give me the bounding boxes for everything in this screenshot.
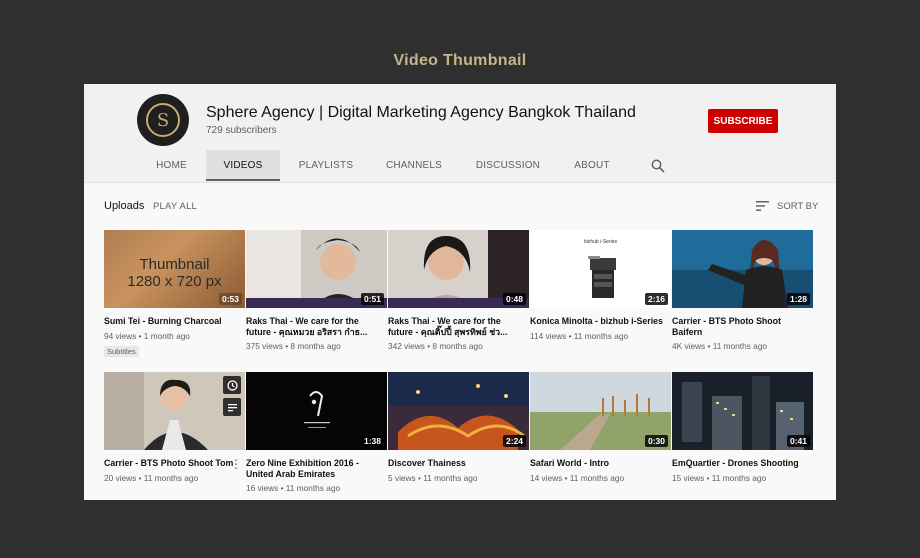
duration-badge: 0:51 [360, 293, 384, 305]
video-title[interactable]: Raks Thai - We care for the future - คุณ… [388, 316, 524, 337]
youtube-channel-frame: S Sphere Agency | Digital Marketing Agen… [84, 84, 836, 500]
more-options-icon[interactable]: ⋮ [230, 458, 242, 470]
view-count: 5 views [388, 472, 416, 483]
video-card[interactable]: Thumbnail 1280 x 720 px 0:53 Sumi Tei - … [104, 230, 245, 359]
video-thumbnail[interactable]: 2:24 [388, 372, 529, 450]
duration-badge: 0:48 [502, 293, 526, 305]
watch-later-icon[interactable] [223, 376, 241, 394]
video-thumbnail[interactable]: 1:38 [246, 372, 387, 450]
video-title[interactable]: Carrier - BTS Photo Shoot Tom [104, 458, 240, 469]
upload-age: 11 months ago [423, 472, 478, 483]
sort-icon[interactable] [756, 200, 770, 212]
tab-videos[interactable]: VIDEOS [206, 150, 280, 181]
upload-age: 8 months ago [432, 341, 483, 351]
uploads-bar: Uploads PLAY ALL SORT BY [84, 194, 836, 218]
subtitles-badge: Subtitles [104, 345, 139, 357]
video-meta: 16 views • 11 months ago [246, 483, 341, 493]
view-count: 375 views [246, 341, 283, 351]
channel-avatar[interactable]: S [137, 94, 189, 146]
video-meta: 5 views • 11 months ago [388, 472, 478, 483]
duration-badge: 0:30 [644, 435, 668, 447]
view-count: 4K views [672, 341, 706, 351]
add-to-queue-icon[interactable] [223, 398, 241, 416]
tab-home[interactable]: HOME [144, 150, 199, 181]
video-thumbnail[interactable]: bizhub i-Series 2:16 [530, 230, 671, 308]
duration-badge: 2:16 [644, 293, 668, 305]
placeholder-line-1: Thumbnail [139, 256, 210, 273]
video-card[interactable]: 0:48 Raks Thai - We care for the future … [388, 230, 529, 351]
video-title[interactable]: Discover Thainess [388, 458, 524, 469]
video-meta: 14 views • 11 months ago [530, 472, 625, 483]
upload-age: 11 months ago [712, 341, 767, 351]
duration-badge: 1:28 [786, 293, 810, 305]
view-count: 20 views [104, 472, 137, 483]
channel-header: S Sphere Agency | Digital Marketing Agen… [84, 84, 836, 183]
duration-badge: 2:24 [502, 435, 526, 447]
channel-name: Sphere Agency | Digital Marketing Agency… [206, 104, 636, 121]
upload-age: 11 months ago [285, 483, 341, 493]
video-thumbnail[interactable]: 0:30 [530, 372, 671, 450]
duration-badge: 0:53 [218, 293, 242, 305]
video-meta: 342 views • 8 months ago [388, 341, 483, 351]
video-thumbnail[interactable]: 0:48 [388, 230, 529, 308]
view-count: 15 views [672, 472, 705, 483]
search-icon[interactable] [651, 159, 665, 173]
upload-age: 11 months ago [143, 472, 199, 483]
video-title[interactable]: EmQuartier - Drones Shooting [672, 458, 808, 469]
page-heading: Video Thumbnail [393, 52, 527, 69]
duration-badge: 1:38 [360, 435, 384, 447]
view-count: 114 views [530, 330, 567, 341]
view-count: 14 views [530, 472, 563, 483]
video-thumbnail[interactable]: Thumbnail 1280 x 720 px 0:53 [104, 230, 245, 308]
view-count: 94 views [104, 330, 137, 341]
video-card[interactable]: bizhub i-Series 2:16 Konica Minolta - bi… [530, 230, 671, 341]
video-title[interactable]: Zero Nine Exhibition 2016 - United Arab … [246, 458, 382, 479]
upload-age: 8 months ago [290, 341, 341, 351]
video-meta: 114 views • 11 months ago [530, 330, 629, 341]
upload-age: 11 months ago [711, 472, 767, 483]
video-meta: 94 views • 1 month ago [104, 330, 190, 341]
uploads-title: Uploads [104, 200, 145, 212]
video-meta: 15 views • 11 months ago [672, 472, 767, 483]
video-meta: 375 views • 8 months ago [246, 341, 341, 351]
tab-about[interactable]: ABOUT [570, 150, 614, 181]
view-count: 16 views [246, 483, 279, 493]
video-thumbnail[interactable] [104, 372, 245, 450]
video-meta: 4K views • 11 months ago [672, 341, 767, 351]
placeholder-line-2: 1280 x 720 px [127, 273, 222, 290]
tab-playlists[interactable]: PLAYLISTS [294, 150, 358, 181]
video-title[interactable]: Safari World - Intro [530, 458, 666, 469]
view-count: 342 views [388, 341, 425, 351]
video-title[interactable]: Konica Minolta - bizhub i-Series [530, 316, 666, 327]
tab-discussion[interactable]: DISCUSSION [472, 150, 544, 181]
subscriber-count: 729 subscribers [206, 125, 277, 136]
video-card[interactable]: ⋮ Carrier - BTS Photo Shoot Tom 20 views… [104, 372, 245, 483]
duration-badge: 0:41 [786, 435, 810, 447]
video-card[interactable]: 0:30 Safari World - Intro 14 views • 11 … [530, 372, 671, 483]
play-all-button[interactable]: PLAY ALL [153, 201, 197, 212]
video-title[interactable]: Raks Thai - We care for the future - คุณ… [246, 316, 382, 337]
tab-channels[interactable]: CHANNELS [380, 150, 448, 181]
sort-by-button[interactable]: SORT BY [777, 201, 818, 212]
video-card[interactable]: 0:41 EmQuartier - Drones Shooting 15 vie… [672, 372, 813, 483]
video-card[interactable]: 2:24 Discover Thainess 5 views • 11 mont… [388, 372, 529, 483]
upload-age: 11 months ago [569, 472, 625, 483]
video-thumbnail[interactable]: 0:41 [672, 372, 813, 450]
thumbnail-placeholder-label: Thumbnail 1280 x 720 px [104, 256, 245, 290]
video-card[interactable]: 1:38 Zero Nine Exhibition 2016 - United … [246, 372, 387, 493]
video-thumbnail[interactable]: 0:51 [246, 230, 387, 308]
channel-tabs: HOME VIDEOS PLAYLISTS CHANNELS DISCUSSIO… [84, 150, 836, 182]
video-title[interactable]: Carrier - BTS Photo Shoot Baifern [672, 316, 808, 337]
upload-age: 1 month ago [143, 330, 190, 341]
video-title[interactable]: Sumi Tei - Burning Charcoal [104, 316, 240, 327]
video-card[interactable]: 1:28 Carrier - BTS Photo Shoot Baifern 4… [672, 230, 813, 351]
avatar-logo: S [146, 103, 180, 137]
video-card[interactable]: 0:51 Raks Thai - We care for the future … [246, 230, 387, 351]
subscribe-button[interactable]: SUBSCRIBE [708, 109, 778, 133]
video-thumbnail[interactable]: 1:28 [672, 230, 813, 308]
upload-age: 11 months ago [573, 330, 629, 341]
video-meta: 20 views • 11 months ago [104, 472, 199, 483]
